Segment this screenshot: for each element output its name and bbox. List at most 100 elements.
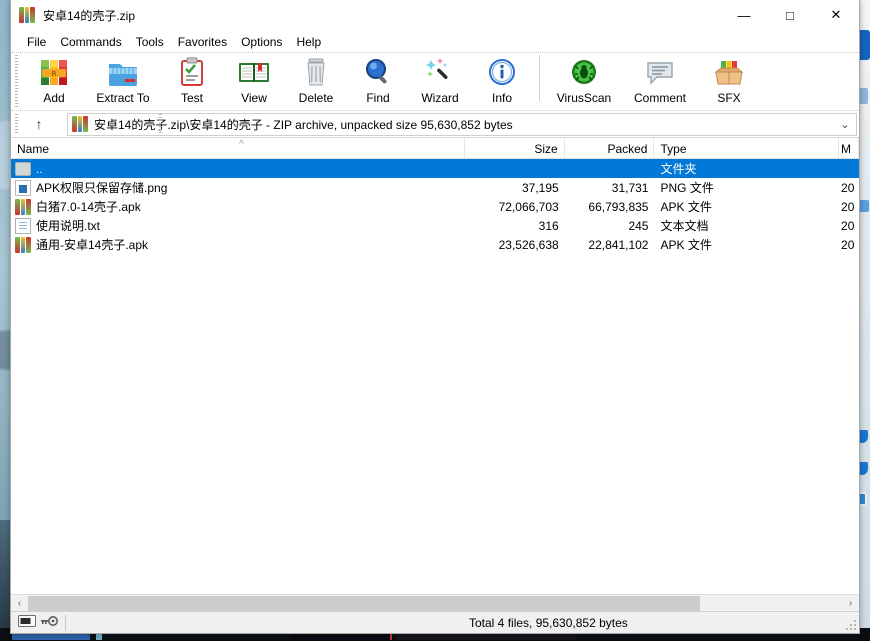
cell-type: APK 文件 bbox=[660, 200, 712, 214]
toolbar-separator bbox=[539, 55, 540, 101]
scroll-right-arrow-icon[interactable]: › bbox=[842, 595, 859, 612]
cell-modified: 20 bbox=[841, 237, 855, 252]
apk-file-icon bbox=[15, 236, 32, 253]
toolbar-label-comment: Comment bbox=[633, 91, 686, 105]
info-circle-icon bbox=[485, 56, 519, 88]
toolbar-label-delete: Delete bbox=[298, 91, 334, 105]
svg-text:R: R bbox=[52, 70, 57, 78]
cell-size: 316 bbox=[538, 218, 559, 233]
png-file-icon bbox=[15, 179, 31, 196]
toolbar-button-wizard[interactable]: Wizard bbox=[409, 53, 471, 109]
cell-packed: 245 bbox=[628, 218, 649, 233]
title-bar[interactable]: 安卓14的壳子.zip — □ ✕ bbox=[11, 0, 859, 31]
cell-modified: 20 bbox=[841, 218, 855, 233]
menu-item-help[interactable]: Help bbox=[289, 33, 328, 51]
cell-name: APK权限只保留存储.png bbox=[11, 178, 465, 197]
table-row[interactable]: 通用-安卓14壳子.apk 23,526,638 22,841,102 APK … bbox=[11, 235, 859, 254]
toolbar-button-add[interactable]: R Add bbox=[23, 53, 85, 109]
column-header-row: Name Size Packed Type M ^ bbox=[11, 138, 860, 159]
cell-type: PNG 文件 bbox=[660, 181, 714, 195]
toolbar-button-virusscan[interactable]: VirusScan bbox=[546, 53, 622, 109]
cell-packed: 66,793,835 bbox=[588, 199, 649, 214]
file-rows: .. 文件夹 APK权限只保留存储.png 37,195 31,731 PNG … bbox=[11, 159, 859, 594]
toolbar-button-sfx[interactable]: SFX bbox=[698, 53, 760, 109]
find-magnifier-icon bbox=[361, 56, 395, 88]
column-header-size[interactable]: Size bbox=[465, 138, 565, 159]
sort-ascending-icon: ^ bbox=[239, 139, 244, 150]
toolbar-button-extract-to[interactable]: Extract To bbox=[85, 53, 161, 109]
toolbar-button-comment[interactable]: Comment bbox=[622, 53, 698, 109]
cell-name: 白猪7.0-14壳子.apk bbox=[11, 197, 465, 216]
maximize-button[interactable]: □ bbox=[767, 0, 813, 30]
cell-packed: 22,841,102 bbox=[588, 237, 649, 252]
status-total-text: Total 4 files, 95,630,852 bytes bbox=[469, 615, 628, 630]
apk-file-icon bbox=[15, 198, 32, 215]
column-header-name[interactable]: Name bbox=[11, 138, 465, 159]
horizontal-scrollbar[interactable]: ‹ › bbox=[11, 594, 859, 612]
toolbar-label-test: Test bbox=[180, 91, 203, 105]
toolbar-label-sfx: SFX bbox=[717, 91, 741, 105]
up-arrow-icon[interactable]: ↑ bbox=[23, 112, 55, 136]
toolbar-label-virusscan: VirusScan bbox=[556, 91, 612, 105]
address-bar-grip[interactable] bbox=[15, 114, 18, 135]
cell-size: 23,526,638 bbox=[498, 237, 559, 252]
status-icon-group bbox=[11, 614, 67, 631]
scrollbar-thumb[interactable] bbox=[28, 595, 700, 611]
toolbar-grip[interactable] bbox=[15, 55, 18, 109]
delete-trash-icon bbox=[299, 56, 333, 88]
toolbar: R Add Extract To Test View Delete Find W… bbox=[11, 52, 859, 110]
file-list-area: Name Size Packed Type M ^ .. 文件夹 APK权限只保… bbox=[11, 137, 860, 612]
toolbar-label-wizard: Wizard bbox=[421, 91, 459, 105]
extract-folder-icon bbox=[106, 56, 140, 88]
cell-type: 文件夹 bbox=[660, 162, 697, 176]
cell-type: APK 文件 bbox=[660, 238, 712, 252]
key-icon[interactable] bbox=[40, 615, 58, 630]
menu-item-options[interactable]: Options bbox=[234, 33, 289, 51]
table-row[interactable]: 白猪7.0-14壳子.apk 72,066,703 66,793,835 APK… bbox=[11, 197, 859, 216]
toolbar-button-view[interactable]: View bbox=[223, 53, 285, 109]
address-path-combobox[interactable]: 安卓14的壳子.zip\安卓14的壳子 - ZIP archive, unpac… bbox=[67, 112, 857, 136]
cell-size: 72,066,703 bbox=[498, 199, 559, 214]
winrar-window: 安卓14的壳子.zip — □ ✕ File Commands Tools Fa… bbox=[10, 0, 860, 634]
address-combo-grip[interactable] bbox=[159, 114, 162, 135]
disk-drive-icon[interactable] bbox=[18, 615, 36, 630]
winrar-books-icon bbox=[72, 116, 89, 132]
toolbar-button-find[interactable]: Find bbox=[347, 53, 409, 109]
scroll-left-arrow-icon[interactable]: ‹ bbox=[11, 595, 28, 612]
menu-item-commands[interactable]: Commands bbox=[53, 33, 128, 51]
column-header-packed[interactable]: Packed bbox=[565, 138, 655, 159]
cell-modified bbox=[839, 159, 859, 178]
minimize-button[interactable]: — bbox=[721, 0, 767, 30]
resize-grip[interactable] bbox=[845, 619, 857, 631]
cell-modified: 20 bbox=[841, 180, 855, 195]
toolbar-button-test[interactable]: Test bbox=[161, 53, 223, 109]
toolbar-button-delete[interactable]: Delete bbox=[285, 53, 347, 109]
column-header-type[interactable]: Type bbox=[654, 138, 840, 159]
wizard-wand-icon bbox=[423, 56, 457, 88]
menu-item-favorites[interactable]: Favorites bbox=[171, 33, 234, 51]
cell-packed: 31,731 bbox=[611, 180, 649, 195]
table-row[interactable]: .. 文件夹 bbox=[11, 159, 859, 178]
menu-item-file[interactable]: File bbox=[20, 33, 53, 51]
cell-size bbox=[465, 159, 565, 178]
toolbar-button-info[interactable]: Info bbox=[471, 53, 533, 109]
cell-name-text: 白猪7.0-14壳子.apk bbox=[36, 200, 141, 214]
menu-item-tools[interactable]: Tools bbox=[129, 33, 171, 51]
chevron-down-icon[interactable]: ⌄ bbox=[834, 114, 856, 135]
test-clipboard-icon bbox=[175, 56, 209, 88]
table-row[interactable]: APK权限只保留存储.png 37,195 31,731 PNG 文件 20 bbox=[11, 178, 859, 197]
folder-up-icon bbox=[15, 161, 31, 177]
sfx-box-icon bbox=[712, 56, 746, 88]
column-header-modified[interactable]: M bbox=[839, 138, 860, 159]
table-row[interactable]: 使用说明.txt 316 245 文本文档 20 bbox=[11, 216, 859, 235]
scrollbar-track[interactable] bbox=[28, 594, 842, 612]
add-archive-icon: R bbox=[37, 56, 71, 88]
virusscan-bug-icon bbox=[567, 56, 601, 88]
status-separator bbox=[65, 614, 66, 631]
cell-name: 通用-安卓14壳子.apk bbox=[11, 235, 465, 254]
cell-name-text: 通用-安卓14壳子.apk bbox=[36, 238, 149, 252]
close-button[interactable]: ✕ bbox=[813, 0, 859, 30]
cell-packed bbox=[565, 159, 655, 178]
cell-modified: 20 bbox=[841, 199, 855, 214]
cell-name: .. bbox=[11, 159, 465, 178]
